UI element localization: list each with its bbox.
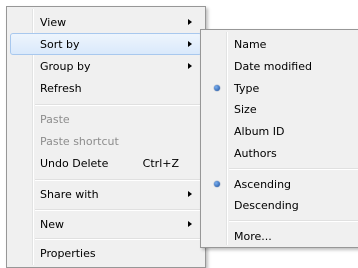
menu-item-label: Paste shortcut <box>40 135 119 148</box>
menu-item-label: Refresh <box>40 82 82 95</box>
sort-option-name[interactable]: Name <box>204 33 358 55</box>
menu-item-label: Group by <box>40 60 91 73</box>
sort-option-descending[interactable]: Descending <box>204 194 358 216</box>
radio-bullet-icon <box>214 181 220 187</box>
menu-item-paste: Paste <box>10 108 202 130</box>
menu-item-label: Properties <box>40 247 96 260</box>
sort-option-size[interactable]: Size <box>204 98 358 120</box>
menu-item-label: Date modified <box>234 60 312 73</box>
menu-item-label: More... <box>234 230 272 243</box>
menu-item-shortcut: Ctrl+Z <box>142 157 179 170</box>
menu-item-new[interactable]: New <box>10 213 202 235</box>
menu-item-view[interactable]: View <box>10 11 202 33</box>
context-menu: View Sort by Group by Refresh Paste Past… <box>6 6 206 268</box>
menu-item-share-with[interactable]: Share with <box>10 183 202 205</box>
menu-item-label: Share with <box>40 188 99 201</box>
sort-by-submenu: Name Date modified Type Size Album ID Au… <box>200 29 358 248</box>
menu-item-label: Paste <box>40 113 70 126</box>
menu-item-label: New <box>40 218 64 231</box>
menu-item-sort-by[interactable]: Sort by <box>10 33 202 55</box>
menu-separator <box>35 104 202 106</box>
menu-item-label: Undo Delete <box>40 157 109 170</box>
menu-item-label: View <box>40 16 67 29</box>
menu-item-properties[interactable]: Properties <box>10 242 202 264</box>
menu-separator <box>35 179 202 181</box>
menu-item-label: Album ID <box>234 125 285 138</box>
submenu-arrow-icon <box>188 221 192 227</box>
menu-item-label: Authors <box>234 147 277 160</box>
menu-separator <box>229 220 358 222</box>
menu-item-label: Sort by <box>40 38 80 51</box>
submenu-arrow-icon <box>188 191 192 197</box>
submenu-arrow-icon <box>188 41 192 47</box>
menu-item-group-by[interactable]: Group by <box>10 55 202 77</box>
menu-item-label: Size <box>234 103 257 116</box>
menu-item-label: Descending <box>234 199 299 212</box>
menu-item-undo-delete[interactable]: Undo Delete Ctrl+Z <box>10 152 202 174</box>
menu-item-label: Ascending <box>234 178 292 191</box>
menu-item-label: Type <box>234 82 260 95</box>
radio-bullet-icon <box>214 85 220 91</box>
menu-item-paste-shortcut: Paste shortcut <box>10 130 202 152</box>
submenu-arrow-icon <box>188 19 192 25</box>
menu-separator <box>35 238 202 240</box>
sort-option-authors[interactable]: Authors <box>204 142 358 164</box>
menu-separator <box>229 168 358 170</box>
sort-option-ascending[interactable]: Ascending <box>204 173 358 195</box>
sort-option-album-id[interactable]: Album ID <box>204 120 358 142</box>
menu-item-label: Name <box>234 38 267 51</box>
menu-item-refresh[interactable]: Refresh <box>10 77 202 99</box>
sort-option-date-modified[interactable]: Date modified <box>204 55 358 77</box>
submenu-arrow-icon <box>188 63 192 69</box>
sort-option-type[interactable]: Type <box>204 77 358 99</box>
menu-separator <box>35 209 202 211</box>
sort-option-more[interactable]: More... <box>204 225 358 247</box>
